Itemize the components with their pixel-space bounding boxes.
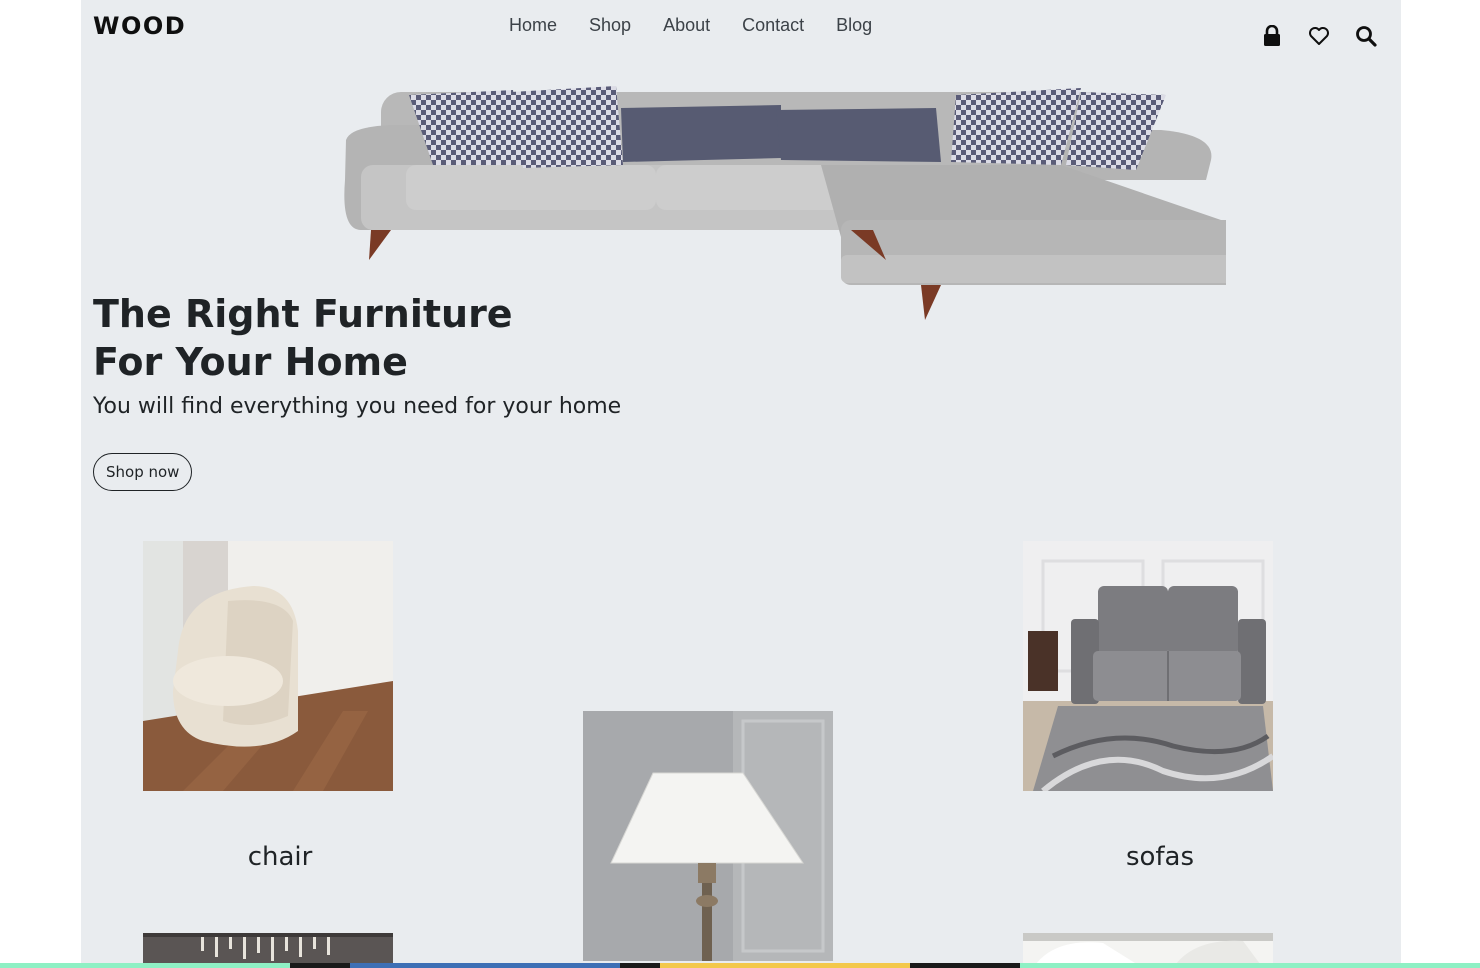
nav-contact[interactable]: Contact [742,15,804,36]
category-sofas-image[interactable] [1023,541,1273,791]
heart-icon[interactable] [1308,24,1330,48]
category-chair-image[interactable] [143,541,393,791]
bottom-decorative-stripe [0,963,1480,968]
page-container: WOOD Home Shop About Contact Blog The Ri… [81,0,1401,968]
hero-title-line2: For Your Home [93,340,408,384]
category-lamp-image[interactable] [583,711,833,961]
shop-now-button[interactable]: Shop now [93,453,193,491]
nav-home[interactable]: Home [509,15,557,36]
hero-subtitle: You will find everything you need for yo… [93,394,622,419]
nav-about[interactable]: About [663,15,710,36]
lock-icon[interactable] [1261,24,1283,48]
hero-title-line1: The Right Furniture [93,292,513,336]
search-icon[interactable] [1355,24,1377,48]
category-sofas-label[interactable]: sofas [1035,842,1285,872]
hero-title: The Right Furniture For Your Home [93,290,653,386]
nav-blog[interactable]: Blog [836,15,872,36]
nav-shop[interactable]: Shop [589,15,631,36]
header-icons [1261,24,1377,48]
brand-logo[interactable]: WOOD [93,12,186,40]
category-chair-label[interactable]: chair [155,842,405,872]
main-nav: Home Shop About Contact Blog [509,15,904,36]
